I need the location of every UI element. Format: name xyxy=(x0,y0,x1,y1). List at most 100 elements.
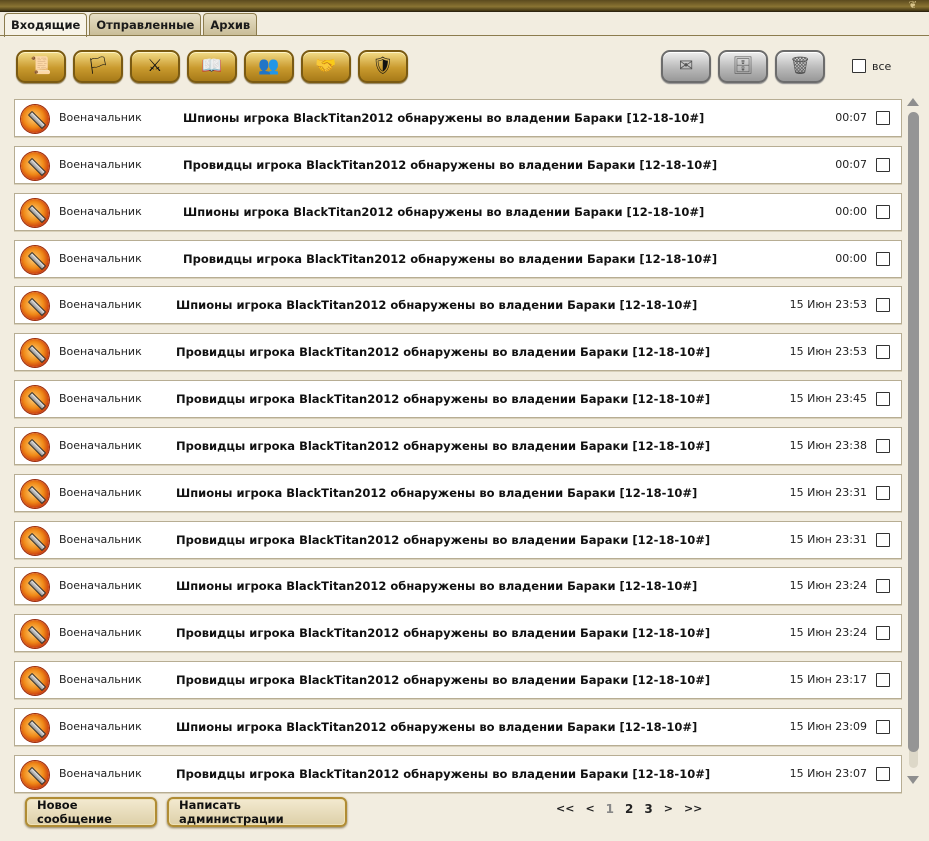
pager-page-3[interactable]: 3 xyxy=(644,802,652,816)
message-checkbox[interactable] xyxy=(876,532,890,547)
message-checkbox[interactable] xyxy=(876,204,890,219)
message-subject[interactable]: Провидцы игрока BlackTitan2012 обнаружен… xyxy=(176,673,710,687)
sword-message-icon xyxy=(21,339,49,368)
message-row[interactable]: Военачальник Провидцы игрока BlackTitan20… xyxy=(14,520,902,559)
scroll-letter-button[interactable]: 📜 xyxy=(16,50,66,83)
message-subject[interactable]: Провидцы игрока BlackTitan2012 обнаружен… xyxy=(176,392,710,406)
select-all-label: все xyxy=(872,59,892,73)
message-row[interactable]: Военачальник Шпионы игрока BlackTitan2012… xyxy=(14,473,902,512)
sword-shield-button[interactable]: ⚔ xyxy=(130,50,180,83)
scroll-thumb[interactable] xyxy=(908,112,919,752)
message-checkbox[interactable] xyxy=(876,298,890,313)
message-row[interactable]: Военачальник Провидцы игрока BlackTitan20… xyxy=(14,426,902,465)
message-sender: Военачальник xyxy=(59,111,142,124)
message-time: 15 Июн 23:53 xyxy=(789,345,867,359)
message-subject[interactable]: Провидцы игрока BlackTitan2012 обнаружен… xyxy=(176,439,710,453)
mail-tabs: Входящие Отправленные Архив xyxy=(4,13,258,37)
message-row[interactable]: Военачальник Провидцы игрока BlackTitan20… xyxy=(14,333,902,372)
message-time: 15 Июн 23:53 xyxy=(789,298,867,312)
message-row[interactable]: Военачальник Провидцы игрока BlackTitan20… xyxy=(14,614,902,653)
message-sender: Военачальник xyxy=(59,251,142,265)
message-sender: Военачальник xyxy=(59,298,142,312)
message-row[interactable]: Военачальник Провидцы игрока BlackTitan20… xyxy=(14,754,902,793)
message-checkbox[interactable] xyxy=(876,392,890,407)
pager-last[interactable]: >> xyxy=(684,802,702,816)
sword-message-icon xyxy=(21,105,49,133)
handshake-button[interactable]: 🤝 xyxy=(301,50,351,83)
message-row[interactable]: Военачальник Провидцы игрока BlackTitan20… xyxy=(14,380,902,419)
message-subject[interactable]: Шпионы игрока BlackTitan2012 обнаружены … xyxy=(176,486,697,500)
sword-message-icon xyxy=(21,713,49,742)
message-checkbox[interactable] xyxy=(876,485,890,500)
message-row[interactable]: Военачальник Шпионы игрока BlackTitan2012… xyxy=(14,192,902,231)
message-checkbox[interactable] xyxy=(876,157,890,172)
message-sender: Военачальник xyxy=(59,532,142,546)
message-sender: Военачальник xyxy=(59,579,142,593)
message-sender: Военачальник xyxy=(59,766,142,780)
message-row[interactable]: Военачальник Провидцы игрока BlackTitan20… xyxy=(14,239,902,278)
people-button[interactable]: 👥 xyxy=(244,50,294,83)
message-subject[interactable]: Шпионы игрока BlackTitan2012 обнаружены … xyxy=(183,111,704,125)
warrior-button[interactable]: 🛡 xyxy=(358,50,408,83)
safe-button[interactable]: 🗄 xyxy=(718,50,768,83)
message-subject[interactable]: Шпионы игрока BlackTitan2012 обнаружены … xyxy=(176,298,697,312)
sword-message-icon xyxy=(21,198,49,227)
tab-divider xyxy=(0,35,929,36)
message-subject[interactable]: Шпионы игрока BlackTitan2012 обнаружены … xyxy=(183,205,704,219)
message-checkbox[interactable] xyxy=(876,111,890,125)
message-checkbox[interactable] xyxy=(876,251,890,266)
message-checkbox[interactable] xyxy=(876,673,890,688)
message-checkbox[interactable] xyxy=(876,766,890,781)
message-checkbox[interactable] xyxy=(876,719,890,734)
message-sender: Военачальник xyxy=(59,345,142,359)
message-checkbox[interactable] xyxy=(876,438,890,453)
scroll-letter-icon: 📜 xyxy=(30,56,52,76)
message-subject[interactable]: Провидцы игрока BlackTitan2012 обнаружен… xyxy=(176,533,710,547)
pager-next[interactable]: > xyxy=(664,802,673,816)
flag-button[interactable]: 🏳 xyxy=(73,50,123,83)
message-subject[interactable]: Шпионы игрока BlackTitan2012 обнаружены … xyxy=(176,579,697,593)
trash-button[interactable]: 🗑 xyxy=(775,50,825,83)
new-message-button[interactable]: Новое сообщение xyxy=(25,797,157,827)
scroll-down-arrow-icon[interactable] xyxy=(907,776,919,784)
message-row[interactable]: Военачальник Провидцы игрока BlackTitan20… xyxy=(14,145,902,184)
tab-inbox[interactable]: Входящие xyxy=(4,13,88,37)
message-subject[interactable]: Провидцы игрока BlackTitan2012 обнаружен… xyxy=(176,626,710,640)
message-checkbox[interactable] xyxy=(876,345,890,360)
select-all-checkbox[interactable] xyxy=(852,59,866,73)
message-subject[interactable]: Провидцы игрока BlackTitan2012 обнаружен… xyxy=(176,767,710,781)
message-time: 15 Июн 23:31 xyxy=(789,485,867,499)
message-checkbox[interactable] xyxy=(876,626,890,641)
tab-archive[interactable]: Архив xyxy=(203,13,258,35)
flag-icon: 🏳 xyxy=(87,56,109,76)
ornament-icon: ❦ xyxy=(908,0,917,11)
sword-message-icon xyxy=(21,760,49,789)
message-subject[interactable]: Провидцы игрока BlackTitan2012 обнаружен… xyxy=(183,252,717,266)
write-admin-button[interactable]: Написать администрации xyxy=(167,797,347,827)
scroll-up-arrow-icon[interactable] xyxy=(907,98,919,106)
pager-prev[interactable]: < xyxy=(585,802,594,816)
sword-message-icon xyxy=(21,151,49,180)
message-row[interactable]: Военачальник Шпионы игрока BlackTitan2012… xyxy=(14,99,902,137)
message-time: 15 Июн 23:24 xyxy=(789,579,867,593)
message-subject[interactable]: Шпионы игрока BlackTitan2012 обнаружены … xyxy=(176,720,697,734)
pager-page-2[interactable]: 2 xyxy=(625,802,633,816)
envelope-button[interactable]: ✉ xyxy=(661,50,711,83)
pager-first[interactable]: << xyxy=(556,802,574,816)
message-row[interactable]: Военачальник Шпионы игрока BlackTitan2012… xyxy=(14,707,902,746)
tab-sent[interactable]: Отправленные xyxy=(89,13,202,35)
message-row[interactable]: Военачальник Шпионы игрока BlackTitan2012… xyxy=(14,286,902,325)
message-row[interactable]: Военачальник Провидцы игрока BlackTitan20… xyxy=(14,661,902,700)
message-subject[interactable]: Провидцы игрока BlackTitan2012 обнаружен… xyxy=(183,158,717,172)
message-time: 15 Июн 23:07 xyxy=(789,766,867,780)
scrollbar[interactable] xyxy=(905,94,921,788)
message-subject[interactable]: Провидцы игрока BlackTitan2012 обнаружен… xyxy=(176,345,710,359)
book-icon: 📖 xyxy=(201,56,223,76)
sword-message-icon xyxy=(21,479,49,508)
book-button[interactable]: 📖 xyxy=(187,50,237,83)
sword-message-icon xyxy=(21,667,49,696)
message-checkbox[interactable] xyxy=(876,579,890,594)
message-row[interactable]: Военачальник Шпионы игрока BlackTitan2012… xyxy=(14,567,902,606)
envelope-icon: ✉ xyxy=(678,56,694,76)
message-time: 15 Июн 23:24 xyxy=(789,626,867,640)
